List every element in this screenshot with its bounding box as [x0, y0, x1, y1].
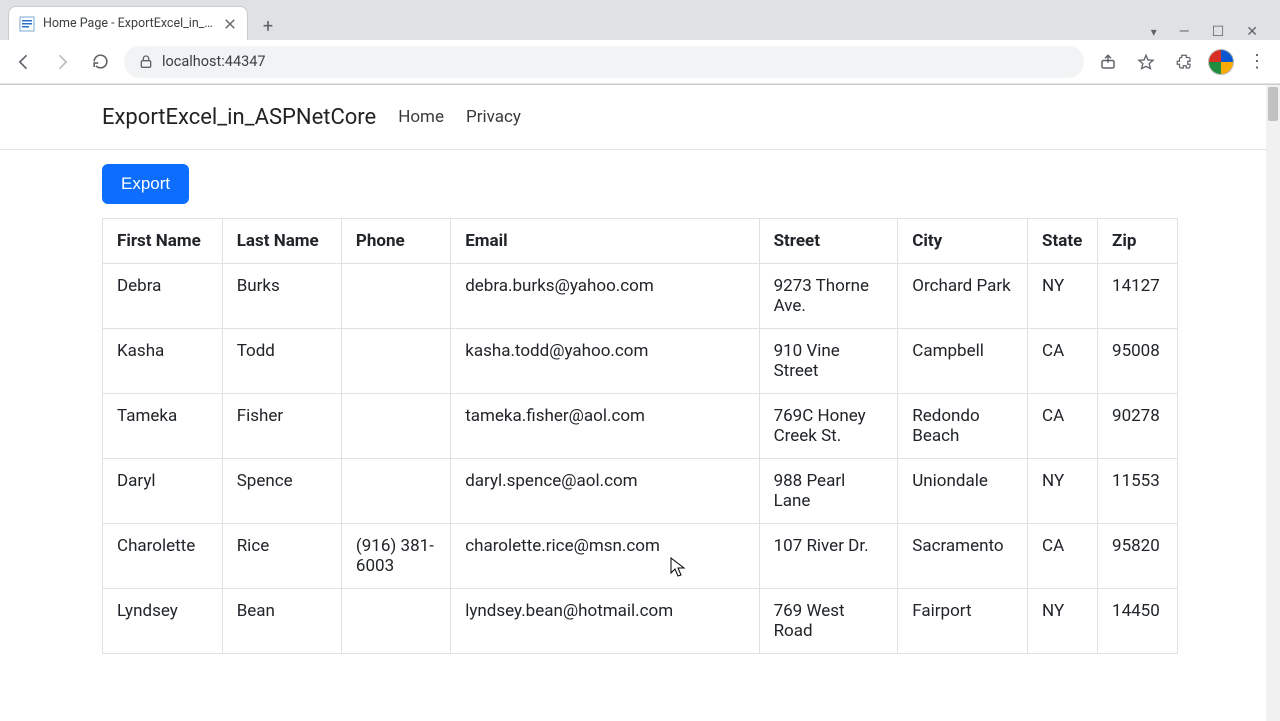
scrollbar-thumb[interactable]	[1268, 87, 1278, 121]
cell-last: Spence	[222, 459, 341, 524]
site-navbar: ExportExcel_in_ASPNetCore Home Privacy	[0, 85, 1280, 150]
extensions-icon[interactable]	[1170, 48, 1198, 76]
cell-email: lyndsey.bean@hotmail.com	[451, 589, 759, 654]
table-row: LyndseyBean lyndsey.bean@hotmail.com769 W…	[103, 589, 1178, 654]
cell-zip: 95008	[1098, 329, 1178, 394]
cell-state: CA	[1028, 524, 1098, 589]
cell-city: Sacramento	[898, 524, 1028, 589]
window-controls: ▾ ― ☐ ✕	[1151, 24, 1272, 40]
tab-strip: Home Page - ExportExcel_in_ASPNetCore + …	[0, 0, 1280, 40]
nav-link-home[interactable]: Home	[398, 107, 444, 127]
cell-state: CA	[1028, 329, 1098, 394]
col-header: Street	[759, 219, 898, 264]
cell-zip: 90278	[1098, 394, 1178, 459]
cell-first: Debra	[103, 264, 223, 329]
table-header-row: First Name Last Name Phone Email Street …	[103, 219, 1178, 264]
page-viewport: ExportExcel_in_ASPNetCore Home Privacy E…	[0, 85, 1280, 721]
cell-first: Daryl	[103, 459, 223, 524]
table-row: DarylSpence daryl.spence@aol.com988 Pearl…	[103, 459, 1178, 524]
lock-icon	[138, 54, 154, 70]
cell-phone	[341, 264, 450, 329]
cell-state: CA	[1028, 394, 1098, 459]
browser-chrome: Home Page - ExportExcel_in_ASPNetCore + …	[0, 0, 1280, 85]
cell-last: Burks	[222, 264, 341, 329]
cell-phone	[341, 589, 450, 654]
cell-street: 107 River Dr.	[759, 524, 898, 589]
cell-last: Fisher	[222, 394, 341, 459]
col-header: Zip	[1098, 219, 1178, 264]
cell-first: Lyndsey	[103, 589, 223, 654]
cell-email: debra.burks@yahoo.com	[451, 264, 759, 329]
cell-phone: (916) 381-6003	[341, 524, 450, 589]
chevron-down-icon[interactable]: ▾	[1151, 25, 1157, 39]
export-button[interactable]: Export	[102, 164, 189, 204]
table-row: KashaTodd kasha.todd@yahoo.com910 Vine St…	[103, 329, 1178, 394]
cell-phone	[341, 394, 450, 459]
main-content: Export First Name Last Name Phone Email …	[90, 150, 1190, 654]
data-table: First Name Last Name Phone Email Street …	[102, 218, 1178, 654]
cell-state: NY	[1028, 264, 1098, 329]
cell-email: daryl.spence@aol.com	[451, 459, 759, 524]
url-text: localhost:44347	[162, 53, 266, 70]
cell-first: Charolette	[103, 524, 223, 589]
tab-title: Home Page - ExportExcel_in_ASPNetCore	[43, 16, 215, 31]
cell-state: NY	[1028, 459, 1098, 524]
back-button[interactable]	[10, 48, 38, 76]
cell-street: 9273 Thorne Ave.	[759, 264, 898, 329]
reload-button[interactable]	[86, 48, 114, 76]
cell-street: 769C Honey Creek St.	[759, 394, 898, 459]
new-tab-button[interactable]: +	[254, 12, 282, 40]
cell-last: Rice	[222, 524, 341, 589]
cell-street: 769 West Road	[759, 589, 898, 654]
cell-phone	[341, 329, 450, 394]
cell-zip: 14450	[1098, 589, 1178, 654]
nav-link-privacy[interactable]: Privacy	[466, 107, 521, 127]
minimize-icon[interactable]: ―	[1179, 24, 1190, 40]
cell-city: Redondo Beach	[898, 394, 1028, 459]
cell-phone	[341, 459, 450, 524]
cell-email: charolette.rice@msn.com	[451, 524, 759, 589]
cell-last: Todd	[222, 329, 341, 394]
table-row: DebraBurks debra.burks@yahoo.com9273 Thor…	[103, 264, 1178, 329]
scrollbar[interactable]	[1266, 85, 1280, 721]
cell-street: 910 Vine Street	[759, 329, 898, 394]
browser-tab[interactable]: Home Page - ExportExcel_in_ASPNetCore	[8, 6, 248, 40]
close-icon[interactable]	[223, 17, 237, 31]
cell-city: Fairport	[898, 589, 1028, 654]
forward-button[interactable]	[48, 48, 76, 76]
share-icon[interactable]	[1094, 48, 1122, 76]
profile-avatar[interactable]	[1208, 49, 1234, 75]
col-header: First Name	[103, 219, 223, 264]
table-row: TamekaFisher tameka.fisher@aol.com769C Ho…	[103, 394, 1178, 459]
cell-zip: 95820	[1098, 524, 1178, 589]
cell-first: Kasha	[103, 329, 223, 394]
window-close-icon[interactable]: ✕	[1246, 24, 1258, 40]
cell-last: Bean	[222, 589, 341, 654]
col-header: City	[898, 219, 1028, 264]
col-header: State	[1028, 219, 1098, 264]
cell-email: tameka.fisher@aol.com	[451, 394, 759, 459]
cell-email: kasha.todd@yahoo.com	[451, 329, 759, 394]
address-bar[interactable]: localhost:44347	[124, 46, 1084, 78]
cell-street: 988 Pearl Lane	[759, 459, 898, 524]
col-header: Phone	[341, 219, 450, 264]
col-header: Email	[451, 219, 759, 264]
cell-city: Campbell	[898, 329, 1028, 394]
brand-link[interactable]: ExportExcel_in_ASPNetCore	[102, 105, 376, 130]
cell-first: Tameka	[103, 394, 223, 459]
cell-city: Uniondale	[898, 459, 1028, 524]
menu-icon[interactable]: ⋮	[1244, 53, 1270, 71]
table-row: CharoletteRice(916) 381-6003charolette.r…	[103, 524, 1178, 589]
cell-city: Orchard Park	[898, 264, 1028, 329]
maximize-icon[interactable]: ☐	[1212, 24, 1225, 40]
cell-state: NY	[1028, 589, 1098, 654]
cell-zip: 11553	[1098, 459, 1178, 524]
cell-zip: 14127	[1098, 264, 1178, 329]
bookmark-icon[interactable]	[1132, 48, 1160, 76]
browser-toolbar: localhost:44347 ⋮	[0, 40, 1280, 84]
col-header: Last Name	[222, 219, 341, 264]
favicon-icon	[19, 16, 35, 32]
